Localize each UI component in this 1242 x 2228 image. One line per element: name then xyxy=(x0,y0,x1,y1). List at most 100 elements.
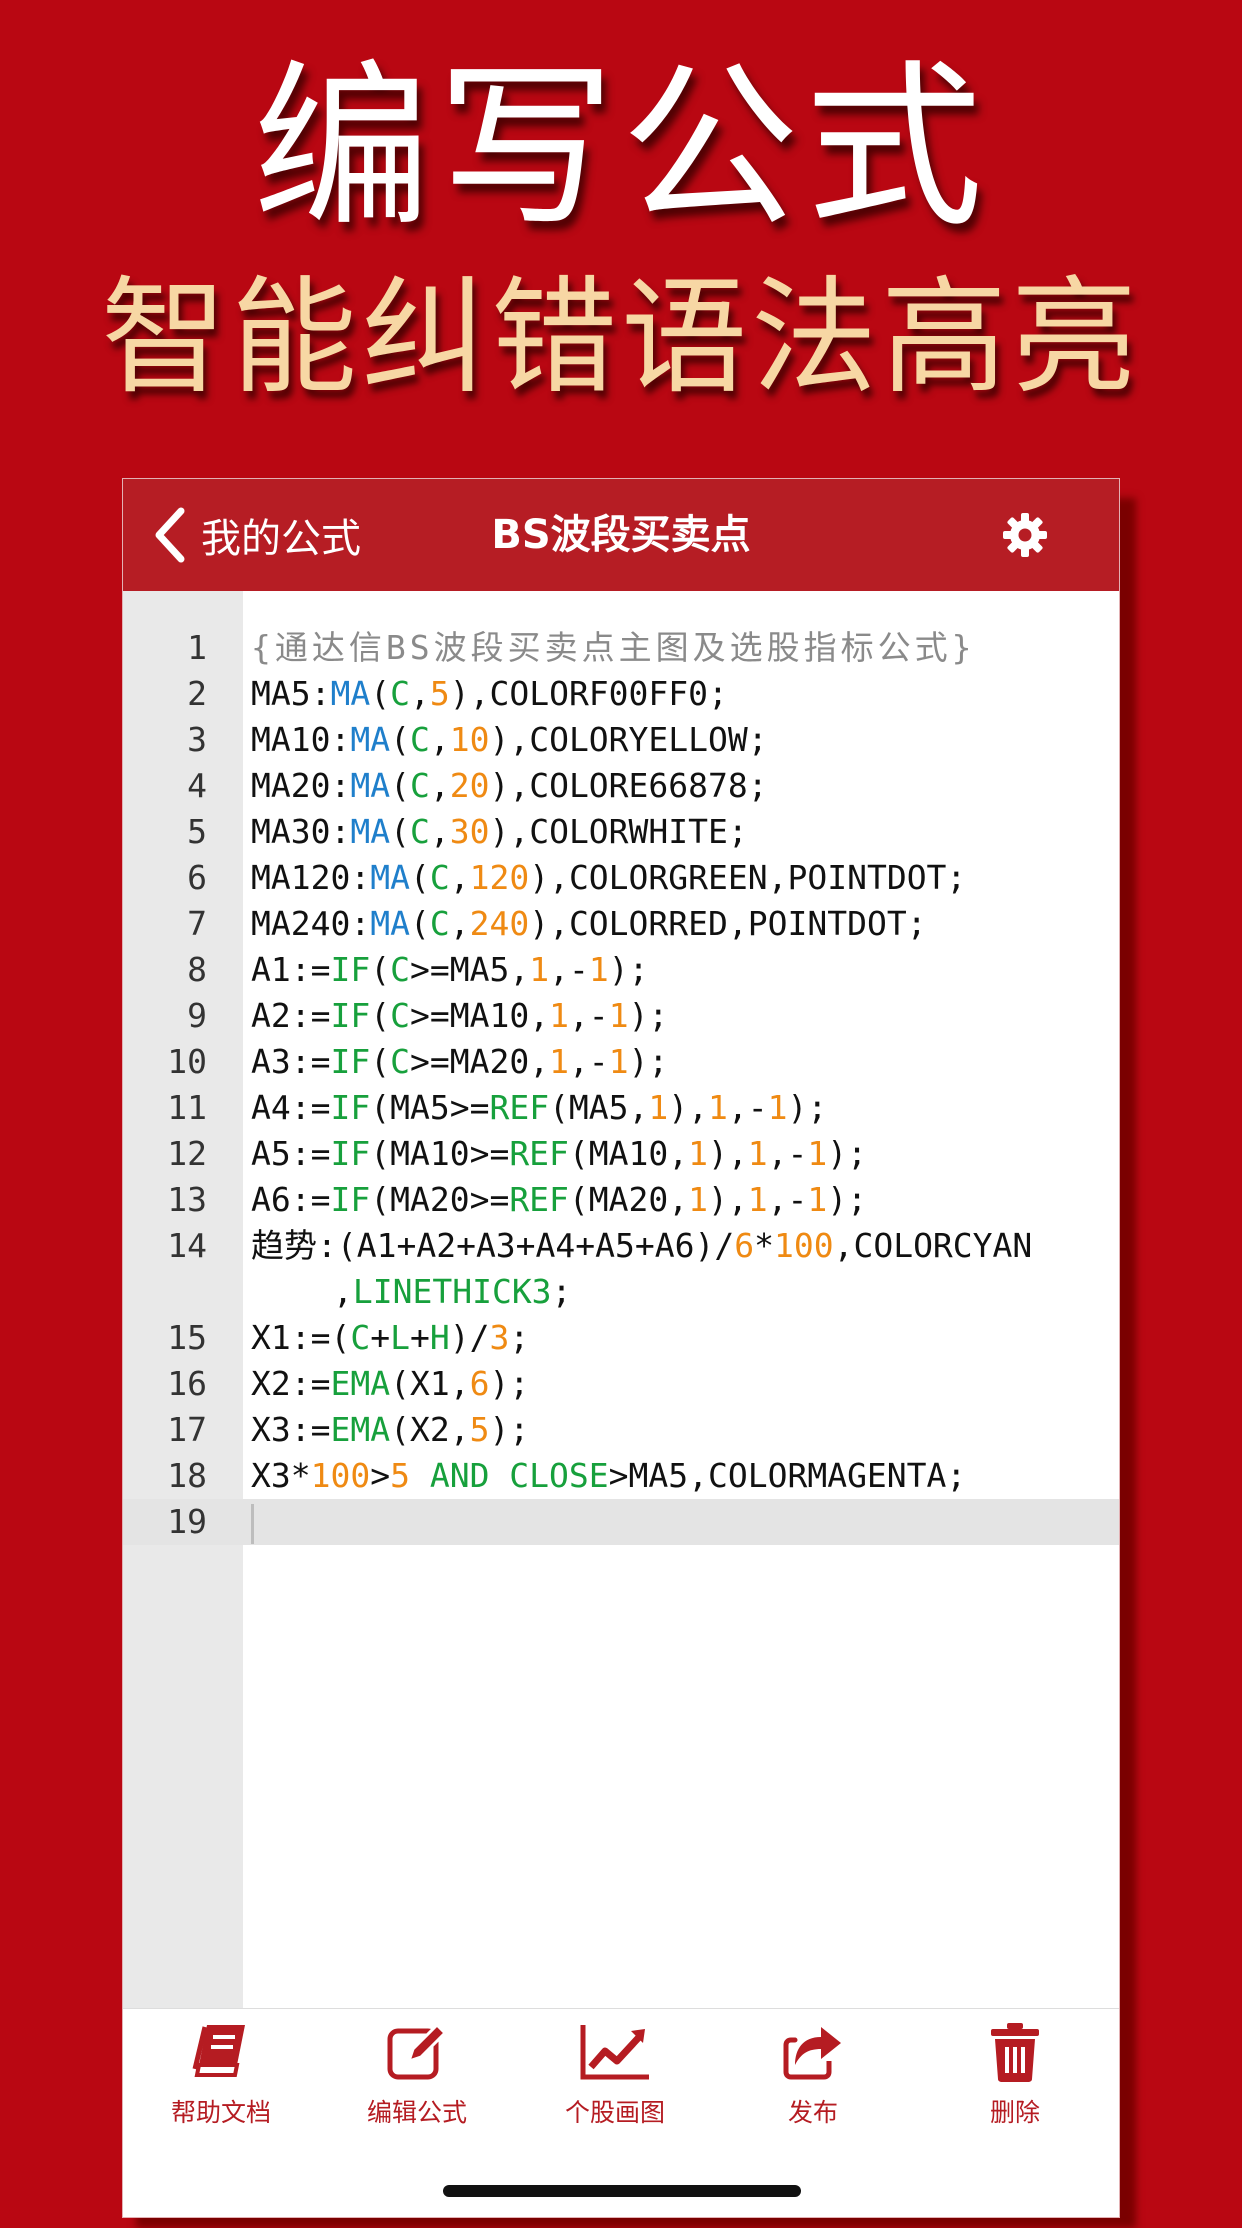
code-line[interactable]: 15 X1:=(C+L+H)/3; xyxy=(123,1315,1119,1361)
code-token: (MA10>= xyxy=(370,1134,510,1173)
code-line[interactable]: 18 X3*100>5 AND CLOSE>MA5,COLORMAGENTA; xyxy=(123,1453,1119,1499)
code-token: X3* xyxy=(251,1456,311,1495)
edit-formula-button[interactable]: 编辑公式 xyxy=(337,2021,497,2129)
code-token: 120 xyxy=(469,858,530,897)
code-token: 5 xyxy=(429,674,450,713)
delete-button[interactable]: 删除 xyxy=(935,2021,1095,2129)
publish-button[interactable]: 发布 xyxy=(733,2021,893,2129)
code-token: ,- xyxy=(549,950,589,989)
line-text[interactable]: X2:=EMA(X1,6); xyxy=(243,1361,1111,1407)
code-token: ; xyxy=(509,1318,530,1357)
settings-button[interactable] xyxy=(1001,511,1049,559)
code-token: 1 xyxy=(708,1088,728,1127)
code-token: 5 xyxy=(469,1410,490,1449)
code-token: ), xyxy=(708,1134,748,1173)
code-token: {通达信BS波段买卖点主图及选股指标公式} xyxy=(251,628,976,667)
code-token: L xyxy=(390,1318,410,1357)
code-line[interactable]: 12 A5:=IF(MA10>=REF(MA10,1),1,-1); xyxy=(123,1131,1119,1177)
code-token: REF xyxy=(509,1180,569,1219)
stock-chart-button[interactable]: 个股画图 xyxy=(535,2021,695,2129)
code-line[interactable]: 4 MA20:MA(C,20),COLORE66878; xyxy=(123,763,1119,809)
code-token: A2:= xyxy=(251,996,331,1035)
back-button[interactable]: 我的公式 xyxy=(153,479,361,591)
code-token: >=MA5, xyxy=(409,950,530,989)
code-line[interactable]: 5 MA30:MA(C,30),COLORWHITE; xyxy=(123,809,1119,855)
line-text[interactable]: MA30:MA(C,30),COLORWHITE; xyxy=(243,809,1111,855)
code-line[interactable]: 9 A2:=IF(C>=MA10,1,-1); xyxy=(123,993,1119,1039)
line-number: 17 xyxy=(167,1410,207,1449)
line-number: 13 xyxy=(167,1180,207,1219)
code-line[interactable]: 8 A1:=IF(C>=MA5,1,-1); xyxy=(123,947,1119,993)
delete-label: 删除 xyxy=(989,2098,1040,2127)
code-line[interactable]: 17 X3:=EMA(X2,5); xyxy=(123,1407,1119,1453)
code-token: 1 xyxy=(648,1088,669,1127)
help-docs-button[interactable]: 帮助文档 xyxy=(141,2021,301,2129)
line-text[interactable]: MA5:MA(C,5),COLORF00FF0; xyxy=(243,671,1111,717)
code-line[interactable]: 11 A4:=IF(MA5>=REF(MA5,1),1,-1); xyxy=(123,1085,1119,1131)
code-line[interactable]: 6 MA120:MA(C,120),COLORGREEN,POINTDOT; xyxy=(123,855,1119,901)
code-token: MA xyxy=(350,720,391,759)
code-token: 1 xyxy=(688,1180,709,1219)
code-token: MA xyxy=(370,858,410,897)
line-text[interactable]: A3:=IF(C>=MA20,1,-1); xyxy=(243,1039,1111,1085)
gear-icon xyxy=(1001,513,1049,563)
code-token: A5:= xyxy=(251,1134,331,1173)
line-text[interactable]: MA240:MA(C,240),COLORRED,POINTDOT; xyxy=(243,901,1111,947)
code-token: ,- xyxy=(767,1134,808,1173)
code-line[interactable]: 2 MA5:MA(C,5),COLORF00FF0; xyxy=(123,671,1119,717)
line-text[interactable] xyxy=(243,1499,1111,1545)
line-text[interactable]: A4:=IF(MA5>=REF(MA5,1),1,-1); xyxy=(243,1085,1111,1131)
code-token: C xyxy=(350,1318,371,1357)
line-chart-icon xyxy=(535,2021,695,2083)
line-text[interactable]: MA10:MA(C,10),COLORYELLOW; xyxy=(243,717,1111,763)
code-token: (X2, xyxy=(390,1410,470,1449)
code-lines[interactable]: 1 {通达信BS波段买卖点主图及选股指标公式} 2 MA5:MA(C,5),COLOR… xyxy=(123,625,1119,1545)
line-number: 1 xyxy=(187,628,207,667)
line-text[interactable]: 趋势:(A1+A2+A3+A4+A5+A6)/6*100,COLORCYAN ,L… xyxy=(243,1223,1111,1315)
code-token: ); xyxy=(628,1042,669,1081)
code-token: MA30: xyxy=(251,812,351,851)
code-token: ); xyxy=(787,1088,828,1127)
line-text[interactable]: X3*100>5 AND CLOSE>MA5,COLORMAGENTA; xyxy=(243,1453,1111,1499)
line-number: 7 xyxy=(187,904,207,943)
code-token: MA xyxy=(350,766,391,805)
code-token: ( xyxy=(370,674,391,713)
line-text[interactable]: X1:=(C+L+H)/3; xyxy=(243,1315,1111,1361)
code-token: 1 xyxy=(588,950,609,989)
line-text[interactable]: {通达信BS波段买卖点主图及选股指标公式} xyxy=(243,625,1111,671)
code-line[interactable]: 7 MA240:MA(C,240),COLORRED,POINTDOT; xyxy=(123,901,1119,947)
code-token: A1:= xyxy=(251,950,331,989)
code-line[interactable]: 13 A6:=IF(MA20>=REF(MA20,1),1,-1); xyxy=(123,1177,1119,1223)
line-text[interactable]: A5:=IF(MA10>=REF(MA10,1),1,-1); xyxy=(243,1131,1111,1177)
line-number: 6 xyxy=(187,858,207,897)
code-token: ),COLORE66878; xyxy=(489,766,768,805)
code-line[interactable]: 14 趋势:(A1+A2+A3+A4+A5+A6)/6*100,COLORCYAN… xyxy=(123,1223,1119,1315)
code-token: ( xyxy=(370,996,391,1035)
code-token: ); xyxy=(489,1410,530,1449)
line-text[interactable]: X3:=EMA(X2,5); xyxy=(243,1407,1111,1453)
line-number: 2 xyxy=(187,674,207,713)
line-text[interactable]: A2:=IF(C>=MA10,1,-1); xyxy=(243,993,1111,1039)
code-editor[interactable]: 1 {通达信BS波段买卖点主图及选股指标公式} 2 MA5:MA(C,5),COLOR… xyxy=(123,591,1119,2011)
line-number: 15 xyxy=(167,1318,207,1357)
code-line[interactable]: 10 A3:=IF(C>=MA20,1,-1); xyxy=(123,1039,1119,1085)
line-text[interactable]: MA20:MA(C,20),COLORE66878; xyxy=(243,763,1111,809)
code-token: MA xyxy=(350,812,391,851)
code-token: >MA5,COLORMAGENTA; xyxy=(608,1456,967,1495)
code-token: 240 xyxy=(469,904,530,943)
line-text[interactable]: A1:=IF(C>=MA5,1,-1); xyxy=(243,947,1111,993)
code-token: ( xyxy=(390,812,410,851)
code-token: IF xyxy=(330,996,371,1035)
code-line[interactable]: 19 xyxy=(123,1499,1119,1545)
line-wrap-continuation: ,LINETHICK3; xyxy=(251,1269,1111,1315)
code-token: IF xyxy=(330,950,371,989)
line-text[interactable]: A6:=IF(MA20>=REF(MA20,1),1,-1); xyxy=(243,1177,1111,1223)
promo-title: 编写公式 xyxy=(253,44,989,251)
code-line[interactable]: 16 X2:=EMA(X1,6); xyxy=(123,1361,1119,1407)
line-number: 9 xyxy=(187,996,207,1035)
code-token: X1:=( xyxy=(251,1318,351,1357)
line-text[interactable]: MA120:MA(C,120),COLORGREEN,POINTDOT; xyxy=(243,855,1111,901)
code-line[interactable]: 3 MA10:MA(C,10),COLORYELLOW; xyxy=(123,717,1119,763)
code-line[interactable]: 1 {通达信BS波段买卖点主图及选股指标公式} xyxy=(123,625,1119,671)
code-token: ),COLORWHITE; xyxy=(489,812,748,851)
